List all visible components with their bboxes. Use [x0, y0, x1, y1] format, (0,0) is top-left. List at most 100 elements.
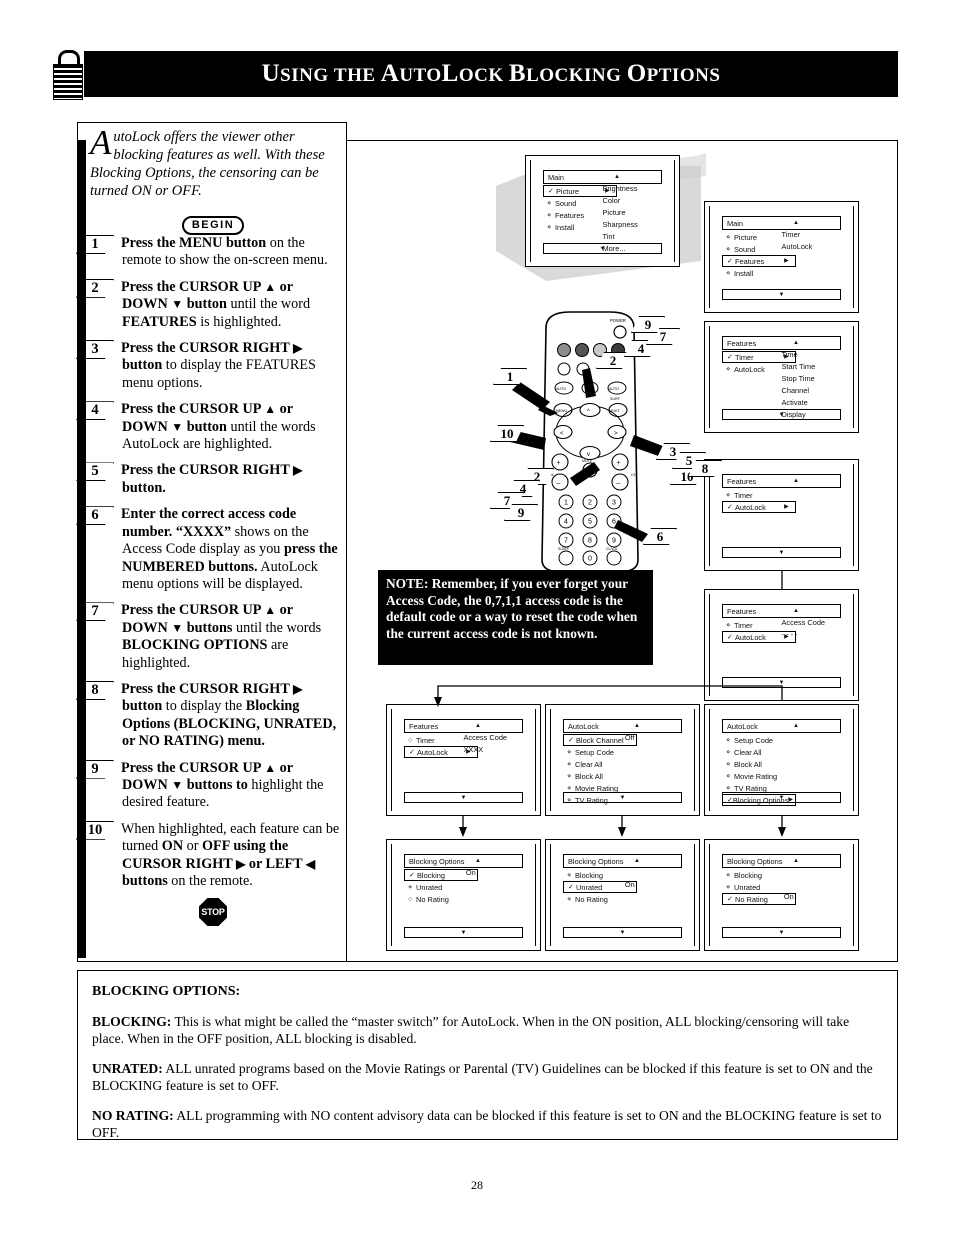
- menu-item-label: Block All: [734, 759, 762, 769]
- svg-text:6: 6: [612, 519, 616, 526]
- tv-screen-features-access-code: Features ▲ ⋄ Timer ✓ AutoLock ▶ Access Code - - …: [704, 589, 859, 701]
- menu-bullet-icon: ⋄: [726, 233, 731, 241]
- svg-text:v: v: [587, 452, 590, 458]
- intro-dropcap: A: [90, 123, 112, 162]
- menu-item-autolock[interactable]: ✓ AutoLock ▶: [722, 501, 796, 513]
- menu-bullet-icon: ○: [408, 736, 413, 744]
- menu-item-blocking[interactable]: ⋄ Blocking: [563, 869, 682, 881]
- menu-bullet-icon: ✓: [727, 633, 733, 641]
- tv-screen-main-picture: Main ▲ ✓ Picture ▶ ⋄ Sound ⋄ Features ⋄ Install Bri…: [525, 155, 680, 267]
- intro-paragraph: AutoLock offers the viewer other blockin…: [90, 123, 336, 200]
- tv-remote-control: POWER AUTO CC AUTO SURF MENU EXIT ^ < > …: [490, 310, 706, 575]
- svg-text:–: –: [617, 480, 621, 487]
- step-text-3: Press the CURSOR RIGHT ▶ button to displ…: [121, 340, 316, 391]
- menu-footer-bar: ▼: [722, 677, 841, 688]
- svg-text:<: <: [560, 431, 564, 437]
- menu-item-value: On: [783, 892, 794, 901]
- menu-item-install[interactable]: ⋄ Install: [722, 267, 841, 279]
- steps-list: 1 Press the MENU button on the remote to …: [76, 235, 348, 899]
- step-4: 4 Press the CURSOR UP ▲ or DOWN ▼ button …: [76, 401, 348, 453]
- menu-item-label: No Rating: [416, 894, 449, 904]
- menu-bullet-icon: ⋄: [567, 871, 572, 879]
- menu-item-label: AutoLock: [735, 632, 766, 642]
- stop-badge-container: STOP: [78, 898, 348, 926]
- step-text-9: Press the CURSOR UP ▲ or DOWN ▼ buttons …: [121, 759, 324, 811]
- svg-text:4: 4: [564, 519, 568, 526]
- chevron-right-icon: ▶: [784, 257, 789, 264]
- menu-item-movie-rating[interactable]: ⋄ Movie Rating: [722, 770, 841, 782]
- menu-footer-bar: ▼: [722, 289, 841, 300]
- menu-item-block-all[interactable]: ⋄ Block All: [722, 758, 841, 770]
- menu-header: Features ▲: [722, 336, 841, 350]
- instruction-panel: AutoLock offers the viewer other blockin…: [76, 122, 348, 962]
- callout-6: 6: [643, 528, 677, 545]
- step-text-1: Press the MENU button on the remote to s…: [121, 235, 328, 269]
- menu-bullet-icon: ○: [408, 895, 413, 903]
- menu-item-timer[interactable]: ⋄ Timer: [722, 489, 841, 501]
- menu-item-clear-all[interactable]: ⋄ Clear All: [722, 746, 841, 758]
- menu-right-item: Access Code: [781, 618, 826, 627]
- menu-right-column: Access Code - - - -: [782, 617, 826, 641]
- menu-main-features: Main ▲ ⋄ Picture ⋄ Sound ✓ Features ▶ ⋄ Install Tim…: [722, 216, 841, 300]
- menu-item-label: Features: [555, 210, 585, 220]
- step-8: 8 Press the CURSOR RIGHT ▶ button to disp…: [76, 680, 348, 751]
- tv-screen-features-autolock: Features ▲ ⋄ Timer ✓ AutoLock ▶ ▼: [704, 459, 859, 571]
- menu-item-unrated[interactable]: ⋄ Unrated: [722, 881, 841, 893]
- menu-footer-bar: ▼: [563, 927, 682, 938]
- menu-bullet-icon: ⋄: [408, 883, 413, 891]
- svg-text:^: ^: [587, 409, 590, 415]
- svg-text:SLEEP: SLEEP: [558, 547, 570, 551]
- svg-text:>: >: [614, 431, 618, 437]
- menu-item-label: Clear All: [575, 759, 603, 769]
- menu-item-blocking[interactable]: ⋄ Blocking: [722, 869, 841, 881]
- menu-header: Main ▲: [543, 170, 662, 184]
- svg-text:+: +: [557, 460, 561, 467]
- menu-item-label: Timer: [734, 620, 753, 630]
- menu-item-label: AutoLock: [417, 747, 448, 757]
- menu-item-features[interactable]: ✓ Features ▶: [722, 255, 796, 267]
- menu-footer-bar: ▼: [722, 409, 841, 420]
- step-5: 5 Press the CURSOR RIGHT ▶ button.: [76, 462, 348, 497]
- menu-footer-bar: ▼: [722, 547, 841, 558]
- menu-right-item: - - - -: [781, 630, 798, 639]
- menu-item-label: Setup Code: [575, 747, 615, 757]
- menu-item-unrated[interactable]: ⋄ Unrated: [404, 881, 523, 893]
- menu-bullet-icon: ⋄: [547, 199, 552, 207]
- callout-9-bottom: 9: [504, 504, 538, 521]
- menu-item-no-rating[interactable]: ○ No Rating: [404, 893, 523, 905]
- menu-item-value: Off: [624, 733, 635, 742]
- page-number: 28: [471, 1178, 483, 1192]
- menu-item-clear-all[interactable]: ⋄ Clear All: [563, 758, 682, 770]
- step-3: 3 Press the CURSOR RIGHT ▶ button to disp…: [76, 340, 348, 392]
- menu-bullet-icon: ⋄: [567, 760, 572, 768]
- tv-screen-access-code-xxxx: Features ▲ ○ Timer ✓ AutoLock ▶ Access Code XXXX…: [386, 704, 541, 816]
- tv-screen-features-timer: Features ▲ ✓ Timer ▶ ⋄ AutoLock Time Start Time S…: [704, 321, 859, 433]
- svg-text:–: –: [557, 480, 561, 487]
- menu-item-setup-code[interactable]: ⋄ Setup Code: [563, 746, 682, 758]
- callout-9-top: 9: [631, 316, 665, 333]
- menu-right-item: Stop Time: [781, 374, 815, 383]
- menu-bullet-icon: ✓: [568, 883, 574, 891]
- intro-body: utoLock offers the viewer other blocking…: [90, 129, 325, 199]
- svg-text:3: 3: [612, 500, 616, 507]
- svg-text:1: 1: [564, 500, 568, 507]
- step-text-7: Press the CURSOR UP ▲ or DOWN ▼ buttons …: [121, 602, 322, 671]
- svg-text:+: +: [617, 460, 621, 467]
- menu-item-label: Picture: [556, 186, 580, 196]
- menu-item-label: Clear All: [734, 747, 762, 757]
- menu-item-label: Install: [734, 268, 754, 278]
- tv-screen-autolock-blocking-options: AutoLock ▲ ⋄ Setup Code ⋄ Clear All ⋄ Block All…: [704, 704, 859, 816]
- menu-item-block-all[interactable]: ⋄ Block All: [563, 770, 682, 782]
- menu-right-item: Start Time: [781, 362, 816, 371]
- blocking-options-explanation: BLOCKING OPTIONS: BLOCKING: This is what…: [77, 970, 898, 1140]
- page-header: USING THE AUTOLOCK BLOCKING OPTIONS: [0, 0, 954, 110]
- menu-item-label: Features: [735, 256, 765, 266]
- menu-header: Blocking Options ▲: [722, 854, 841, 868]
- menu-bullet-icon: ⋄: [726, 748, 731, 756]
- padlock-body: [53, 64, 83, 100]
- menu-item-label: AutoLock: [734, 364, 765, 374]
- menu-item-setup-code[interactable]: ⋄ Setup Code: [722, 734, 841, 746]
- menu-right-item: Picture: [602, 208, 626, 217]
- menu-item-label: Blocking: [417, 870, 445, 880]
- menu-item-no-rating[interactable]: ⋄ No Rating: [563, 893, 682, 905]
